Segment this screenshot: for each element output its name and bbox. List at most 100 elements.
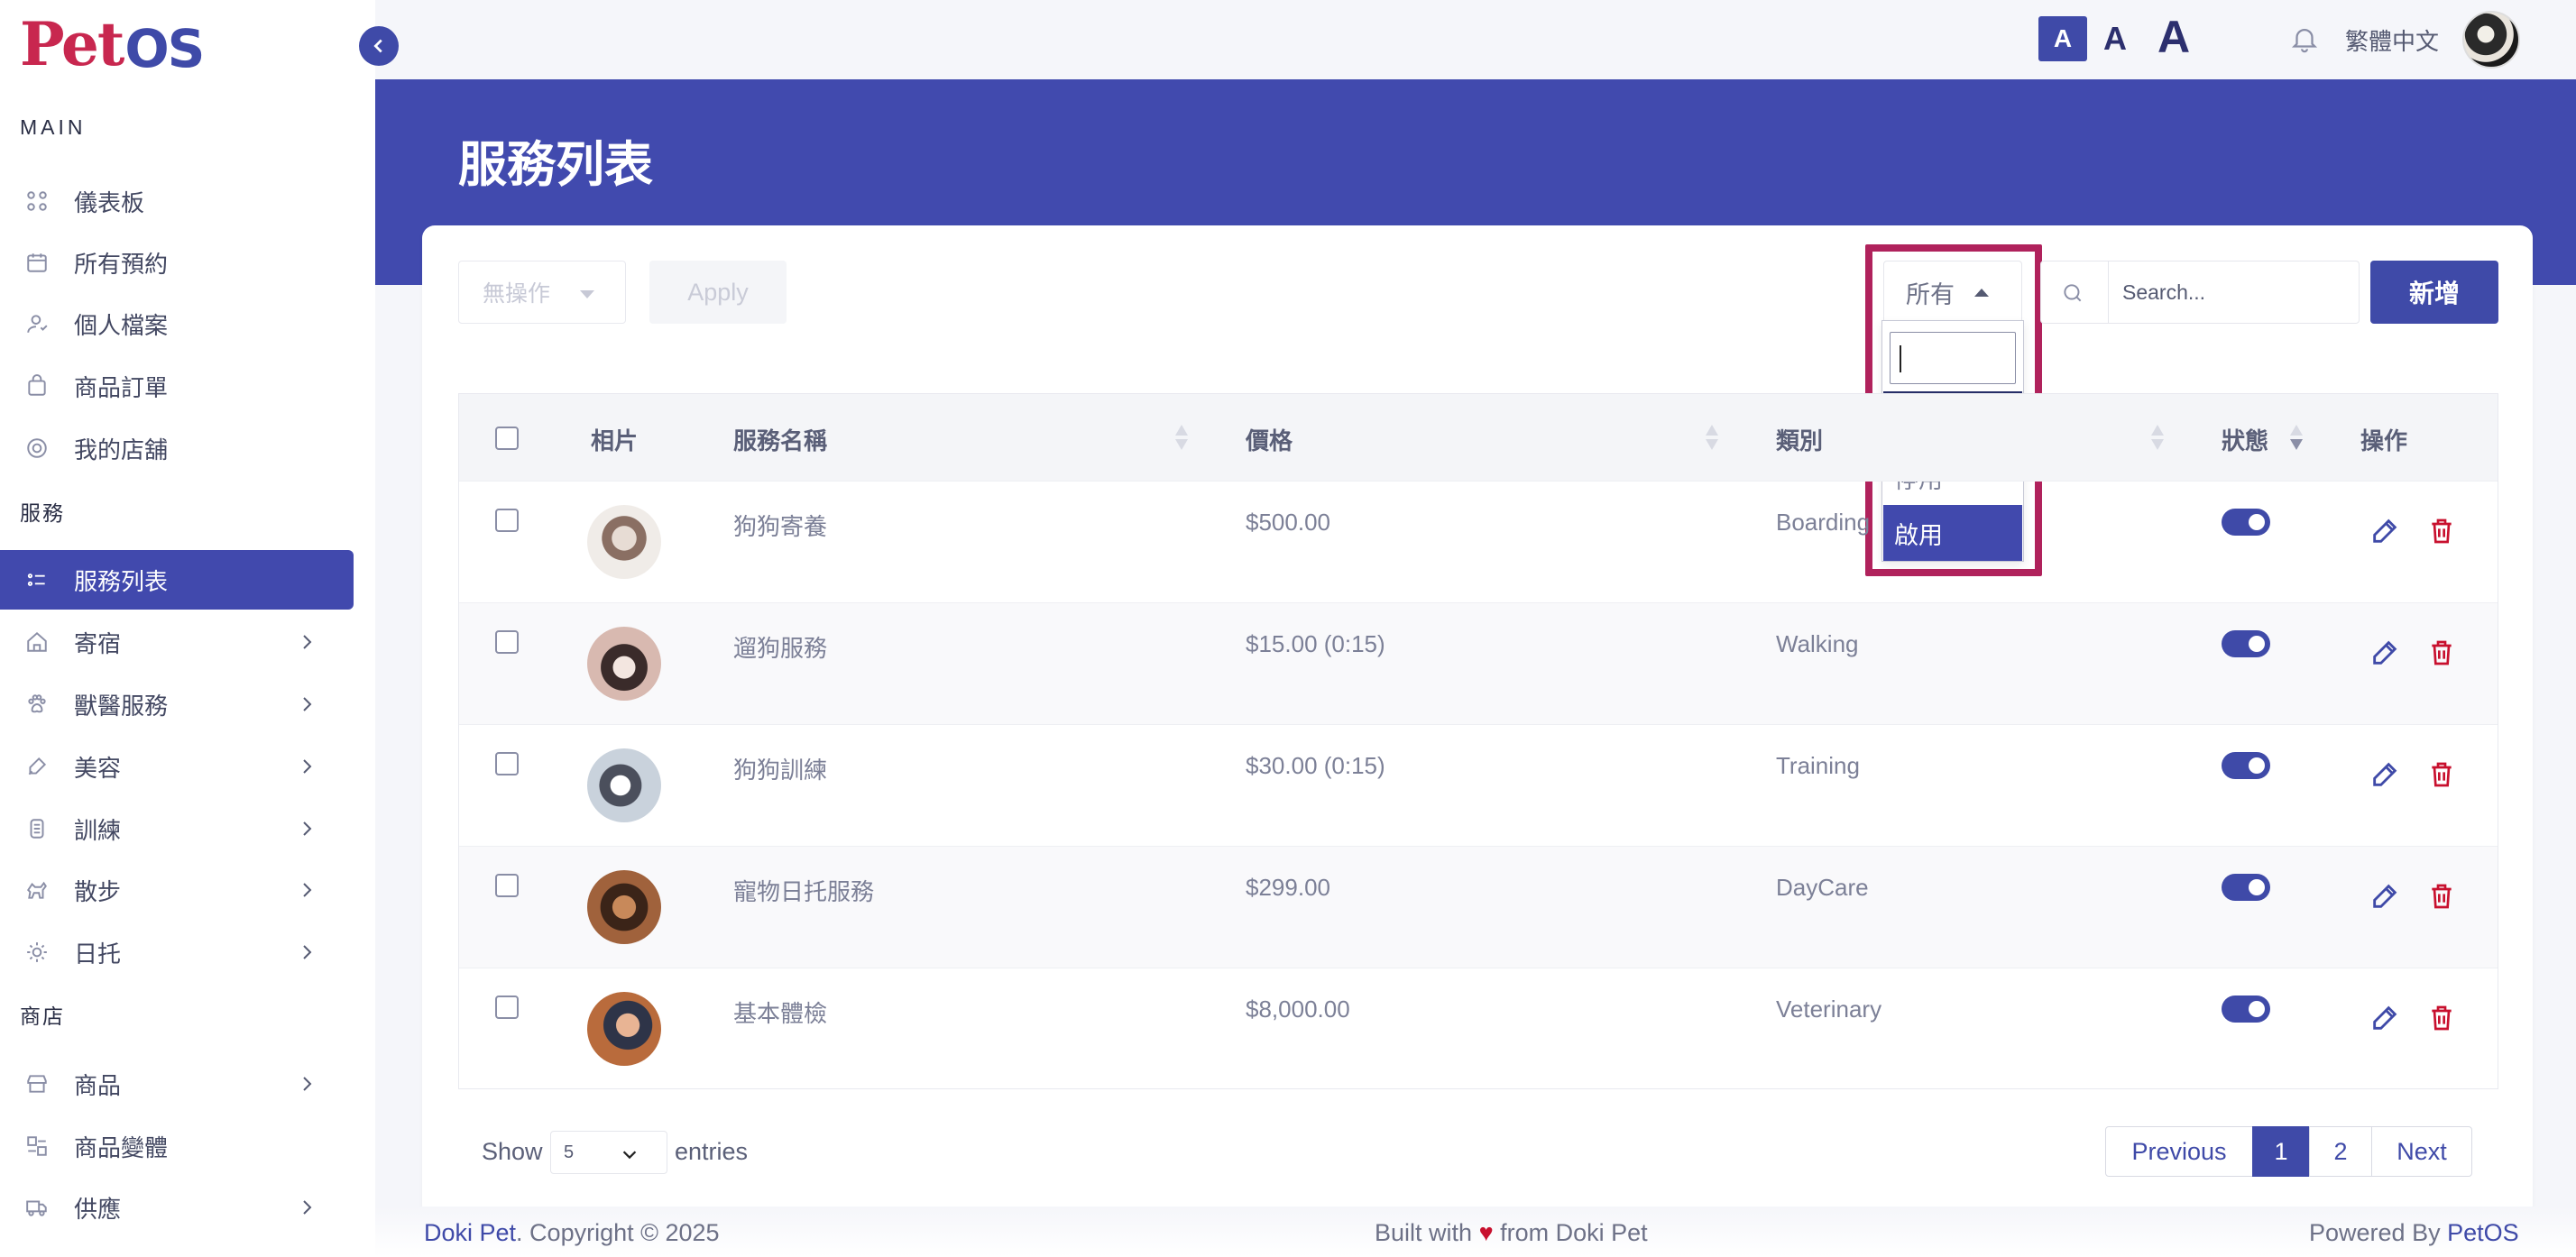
sort-icon[interactable] [1175,425,1188,452]
entries-per-page-select[interactable]: 5 [550,1131,667,1174]
sidebar-item-my-store[interactable]: 我的店舖 [0,418,354,478]
header-status[interactable]: 狀態 [2222,423,2268,456]
chevron-right-icon [303,821,312,836]
font-size-medium-button[interactable]: A [2094,16,2136,61]
sidebar-item-boarding[interactable]: 寄宿 [0,612,354,672]
footer-built-text: Built with [1375,1219,1473,1246]
trash-icon[interactable] [2427,1003,2456,1033]
font-size-small-button[interactable]: A [2038,16,2087,61]
status-toggle[interactable] [2222,752,2270,779]
edit-icon[interactable] [2369,1003,2400,1033]
footer-copyright: Doki Pet. Copyright © 2025 [424,1219,720,1247]
sidebar-item-label: 寄宿 [74,629,122,657]
sidebar-item-training[interactable]: 訓練 [0,799,354,858]
chevron-right-icon [303,635,312,649]
footer-brand-link[interactable]: Doki Pet [424,1219,516,1246]
edit-icon[interactable] [2369,881,2400,912]
row-checkbox[interactable] [495,509,519,532]
service-name[interactable]: 狗狗寄養 [733,509,827,542]
avatar[interactable] [2462,11,2520,69]
sort-icon[interactable] [2290,425,2303,452]
bell-icon[interactable] [2289,23,2320,54]
service-photo [587,748,661,822]
heart-icon: ♥ [1478,1219,1494,1246]
sidebar-item-dashboard[interactable]: 儀表板 [0,171,354,231]
pagination-page-1[interactable]: 1 [2252,1126,2310,1177]
chevron-right-icon [303,1077,312,1091]
sidebar-item-bookings[interactable]: 所有預約 [0,233,354,292]
sidebar-item-daycare[interactable]: 日托 [0,922,354,982]
service-name[interactable]: 基本體檢 [733,996,827,1029]
sidebar-item-supply[interactable]: 供應 [0,1178,354,1237]
service-price: $8,000.00 [1246,996,1350,1023]
row-checkbox[interactable] [495,630,519,654]
sidebar-item-grooming[interactable]: 美容 [0,737,354,796]
bulk-action-select[interactable]: 無操作 [458,261,626,324]
chevron-right-icon [303,759,312,774]
sidebar-collapse-button[interactable] [359,26,399,66]
trash-icon[interactable] [2427,759,2456,790]
row-checkbox[interactable] [495,752,519,775]
sidebar-item-label: 供應 [74,1195,122,1223]
trash-icon[interactable] [2427,638,2456,668]
header-name[interactable]: 服務名稱 [733,423,827,456]
language-selector[interactable]: 繁體中文 [2345,23,2439,57]
edit-icon[interactable] [2369,638,2400,668]
apply-button[interactable]: Apply [649,261,787,324]
pagination-next-button[interactable]: Next [2371,1126,2472,1177]
chevron-right-icon [303,945,312,959]
sidebar-item-label: 儀表板 [74,188,145,216]
header-photo: 相片 [591,427,639,454]
sidebar-item-label: 美容 [74,754,122,782]
row-checkbox[interactable] [495,874,519,897]
service-name[interactable]: 遛狗服務 [733,630,827,664]
trash-icon[interactable] [2427,881,2456,912]
edit-icon[interactable] [2369,516,2400,546]
service-name[interactable]: 寵物日托服務 [733,874,874,907]
sidebar-item-profile[interactable]: 個人檔案 [0,294,354,353]
header-category[interactable]: 類別 [1776,423,1823,456]
trash-icon[interactable] [2427,516,2456,546]
add-service-button[interactable]: 新增 [2370,261,2498,324]
search-box [2040,261,2360,324]
section-label-main: MAIN [20,115,87,139]
status-toggle[interactable] [2222,630,2270,657]
sidebar-item-orders[interactable]: 商品訂單 [0,356,354,416]
edit-icon[interactable] [2369,759,2400,790]
sidebar-item-walking[interactable]: 散步 [0,860,354,920]
service-price: $299.00 [1246,874,1330,901]
status-toggle[interactable] [2222,874,2270,901]
row-checkbox[interactable] [495,996,519,1019]
sidebar-item-label: 我的店舖 [74,436,169,463]
chevron-right-icon [303,1200,312,1215]
pagination-page-2[interactable]: 2 [2309,1126,2372,1177]
house-icon [25,630,49,654]
chevron-right-icon [303,697,312,711]
sidebar-item-products[interactable]: 商品 [0,1054,354,1114]
header-actions: 操作 [2360,427,2408,454]
pagination-previous-button[interactable]: Previous [2105,1126,2253,1177]
services-table: 相片 服務名稱 價格 類別 狀態 操作 狗狗寄養 $500.00 Boardin… [458,393,2498,1089]
footer-petos-link[interactable]: PetOS [2447,1219,2519,1246]
table-row: 基本體檢 $8,000.00 Veterinary [459,968,2498,1089]
service-name[interactable]: 狗狗訓練 [733,752,827,785]
status-toggle[interactable] [2222,996,2270,1023]
font-size-large-button[interactable]: A [2148,9,2199,65]
service-photo [587,505,661,579]
sidebar-item-vet[interactable]: 獸醫服務 [0,674,354,734]
sidebar-item-label: 個人檔案 [74,311,169,339]
petos-logo[interactable]: Pet OS [20,9,205,79]
header-price[interactable]: 價格 [1246,423,1293,456]
section-label-shop: 商店 [20,1005,65,1028]
sort-icon[interactable] [2151,425,2164,452]
sidebar-item-variants[interactable]: 商品變體 [0,1116,354,1176]
footer-copyright-text: . Copyright © 2025 [516,1219,720,1246]
medal-icon [25,817,49,840]
sidebar-item-service-list[interactable]: 服務列表 [0,550,354,610]
search-input[interactable] [2110,262,2353,322]
user-icon [25,312,49,335]
select-all-checkbox[interactable] [495,427,519,450]
status-toggle[interactable] [2222,509,2270,536]
sort-icon[interactable] [1706,425,1718,452]
table-row: 遛狗服務 $15.00 (0:15) Walking [459,602,2498,724]
